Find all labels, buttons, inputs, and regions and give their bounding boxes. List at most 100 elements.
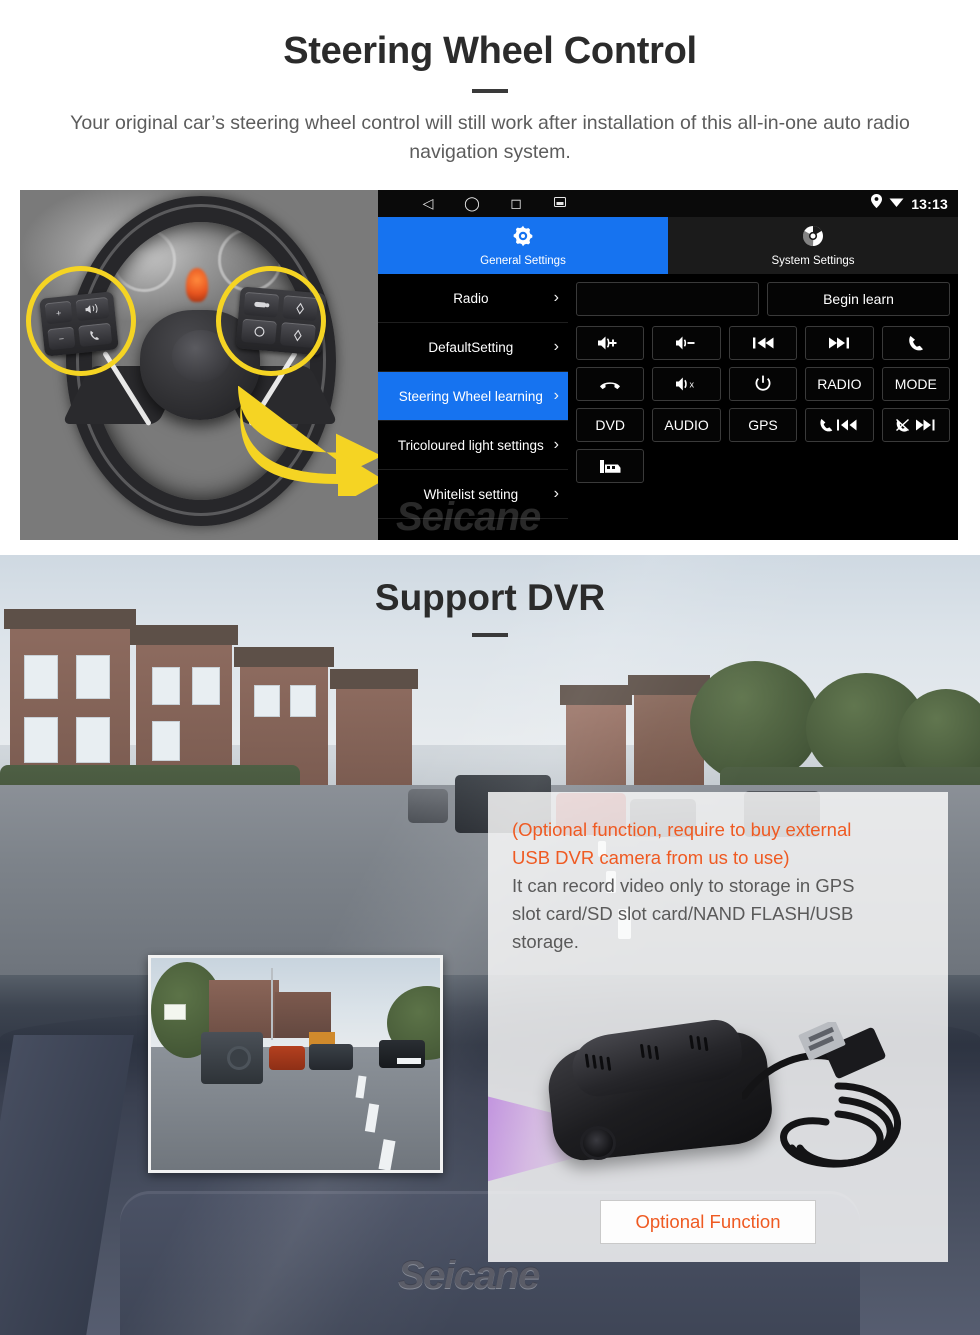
window bbox=[76, 717, 110, 763]
volume-up-icon bbox=[598, 336, 617, 350]
tree bbox=[690, 661, 820, 783]
dvr-info-text: (Optional function, require to buy exter… bbox=[488, 792, 948, 956]
previous-track-button[interactable] bbox=[728, 326, 798, 360]
dvr-accent-line-1: (Optional function, require to buy exter… bbox=[512, 819, 852, 840]
learn-input[interactable] bbox=[576, 282, 759, 316]
phone-hangup-icon bbox=[600, 382, 621, 390]
page-title: Steering Wheel Control bbox=[283, 30, 697, 72]
menu-item-radio-label: Radio bbox=[453, 290, 489, 306]
tab-system-settings[interactable]: System Settings bbox=[668, 217, 958, 274]
chevron-right-icon: › bbox=[553, 289, 559, 306]
status-clock: 13:13 bbox=[911, 195, 948, 212]
steering-wheel-learning-pane: Begin learn x RADIO MODE DVD AUDIO GPS bbox=[568, 274, 958, 540]
extra-button-row bbox=[576, 449, 950, 483]
curved-arrow-icon bbox=[238, 385, 380, 506]
dvr-body-line-2: slot card/SD slot card/NAND FLASH/USB bbox=[512, 903, 854, 924]
footage-lamppost bbox=[271, 968, 273, 1040]
tab-general-settings-label: General Settings bbox=[480, 254, 566, 267]
footage-spare-wheel bbox=[227, 1046, 251, 1070]
chevron-right-icon: › bbox=[553, 436, 559, 453]
key-button-grid: x RADIO MODE DVD AUDIO GPS bbox=[576, 326, 950, 442]
chevron-right-icon: › bbox=[553, 485, 559, 502]
menu-item-whitelist-setting-label: Whitelist setting bbox=[423, 486, 519, 502]
footage-number-plate bbox=[397, 1058, 421, 1064]
dashcam-footage-thumbnail bbox=[148, 955, 443, 1173]
house bbox=[330, 669, 418, 793]
usb-connector bbox=[798, 1019, 886, 1079]
home-icon[interactable]: ◯ bbox=[450, 190, 494, 217]
usb-cable bbox=[740, 1019, 922, 1197]
dvr-title: Support DVR bbox=[374, 577, 606, 618]
learn-row: Begin learn bbox=[576, 282, 950, 316]
page-subtitle: Your original car’s steering wheel contr… bbox=[70, 112, 910, 163]
call-previous-button[interactable] bbox=[805, 408, 874, 442]
mute-button[interactable]: x bbox=[652, 367, 721, 401]
wifi-icon bbox=[889, 195, 904, 213]
house bbox=[560, 685, 632, 793]
dvr-info-panel: (Optional function, require to buy exter… bbox=[488, 792, 948, 1262]
gear-icon bbox=[512, 225, 534, 252]
window bbox=[24, 655, 58, 699]
mode-button[interactable]: MODE bbox=[881, 367, 950, 401]
optional-function-button[interactable]: Optional Function bbox=[600, 1200, 816, 1244]
gps-button[interactable]: GPS bbox=[728, 408, 798, 442]
tab-general-settings[interactable]: General Settings bbox=[378, 217, 668, 274]
footage-road-sign bbox=[164, 1004, 186, 1020]
car-screen-icon bbox=[600, 459, 621, 473]
tab-system-settings-label: System Settings bbox=[771, 254, 855, 267]
footage-house bbox=[209, 980, 279, 1038]
footage-car bbox=[309, 1044, 353, 1070]
call-previous-icon bbox=[820, 419, 857, 432]
screenshot-icon[interactable] bbox=[538, 190, 582, 217]
volume-up-button[interactable] bbox=[576, 326, 645, 360]
audio-button[interactable]: AUDIO bbox=[652, 408, 721, 442]
menu-item-default-setting[interactable]: DefaultSetting › bbox=[378, 323, 568, 372]
roof bbox=[234, 647, 334, 667]
dvr-accent-line-2: USB DVR camera from us to use) bbox=[512, 847, 790, 868]
roof bbox=[330, 669, 418, 689]
recents-icon[interactable]: ◻ bbox=[494, 190, 538, 217]
dvr-title-wrap: Support DVR bbox=[0, 577, 980, 637]
svg-text:x: x bbox=[689, 380, 694, 390]
houses-row bbox=[0, 609, 980, 845]
volume-down-icon bbox=[675, 336, 695, 350]
roof bbox=[560, 685, 632, 705]
menu-item-radio[interactable]: Radio › bbox=[378, 274, 568, 323]
head-unit-tabs: General Settings System Settings bbox=[378, 217, 958, 274]
photo-strip: + − ◁ ◯ ◻ 13:13 General Settings System … bbox=[20, 190, 958, 540]
window bbox=[76, 655, 110, 699]
power-button[interactable] bbox=[728, 367, 798, 401]
power-icon bbox=[755, 375, 771, 391]
highlight-circle-right bbox=[216, 266, 326, 376]
next-track-button[interactable] bbox=[805, 326, 874, 360]
title-divider bbox=[472, 89, 508, 93]
dvr-body-line-1: It can record video only to storage in G… bbox=[512, 875, 855, 896]
window bbox=[152, 721, 180, 761]
window bbox=[254, 685, 280, 717]
pointing-arrow bbox=[228, 385, 380, 506]
menu-item-tricoloured-light-settings-label: Tricoloured light settings bbox=[397, 437, 544, 453]
window bbox=[152, 667, 180, 705]
phone-hangup-button[interactable] bbox=[576, 367, 645, 401]
car bbox=[408, 789, 448, 823]
dvr-body-line-3: storage. bbox=[512, 931, 579, 952]
menu-item-tricoloured-light-settings[interactable]: Tricoloured light settings › bbox=[378, 421, 568, 470]
dvr-title-divider bbox=[472, 633, 508, 637]
begin-learn-button[interactable]: Begin learn bbox=[767, 282, 950, 316]
dvd-button[interactable]: DVD bbox=[576, 408, 645, 442]
camera-lens bbox=[580, 1126, 616, 1160]
head-unit-screenshot: ◁ ◯ ◻ 13:13 General Settings System Sett… bbox=[378, 190, 958, 540]
mute-icon: x bbox=[675, 377, 694, 391]
menu-item-steering-wheel-learning[interactable]: Steering Wheel learning › bbox=[378, 372, 568, 421]
call-reject-next-button[interactable] bbox=[881, 408, 950, 442]
chrome-icon bbox=[802, 225, 824, 252]
car-screen-button[interactable] bbox=[576, 449, 645, 483]
back-icon[interactable]: ◁ bbox=[406, 190, 450, 217]
phone-answer-button[interactable] bbox=[881, 326, 950, 360]
chevron-right-icon: › bbox=[553, 338, 559, 355]
footage-car bbox=[269, 1046, 305, 1070]
menu-item-steering-wheel-learning-label: Steering Wheel learning bbox=[398, 388, 543, 404]
radio-button[interactable]: RADIO bbox=[805, 367, 874, 401]
menu-item-whitelist-setting[interactable]: Whitelist setting › bbox=[378, 470, 568, 519]
volume-down-button[interactable] bbox=[652, 326, 721, 360]
